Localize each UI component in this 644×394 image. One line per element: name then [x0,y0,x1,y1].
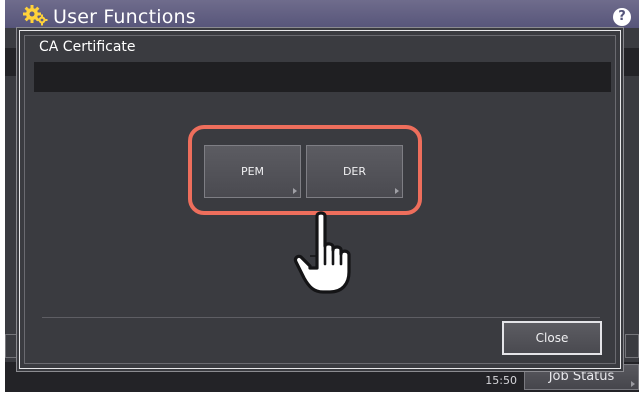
pem-button[interactable]: PEM [204,145,301,198]
corner-arrow-icon [395,188,399,194]
hand-pointer-icon [293,211,351,294]
job-status-label: Job Status [548,369,615,384]
background-button-left [5,334,19,358]
help-icon[interactable]: ? [613,8,631,26]
corner-arrow-icon [293,188,297,194]
gear-icon [23,5,48,26]
status-time: 15:50 [485,374,517,387]
der-button[interactable]: DER [306,145,403,198]
dialog-title: CA Certificate [39,39,136,55]
app-title: User Functions [53,6,196,28]
pem-label: PEM [240,165,265,178]
screen: User Functions ? 05/10/2019 15:50 Job St… [0,0,644,394]
background-button-right [625,334,639,358]
divider [42,317,600,318]
dialog-message-bar [34,62,611,92]
close-button[interactable]: Close [502,321,602,355]
der-label: DER [342,165,367,178]
corner-arrow-icon [631,381,635,387]
title-bar: User Functions ? [5,0,639,28]
